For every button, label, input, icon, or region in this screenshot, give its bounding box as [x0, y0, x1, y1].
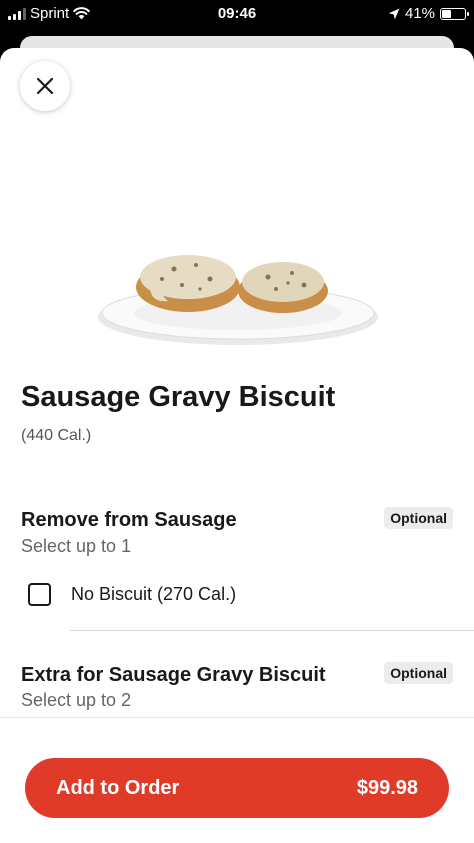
option-no-biscuit[interactable]: No Biscuit (270 Cal.) [28, 583, 236, 606]
product-image [90, 233, 386, 353]
order-footer: Add to Order $99.98 [0, 717, 474, 843]
group-subtitle-extra: Select up to 2 [21, 690, 132, 710]
battery-icon [440, 7, 469, 20]
status-bar: Sprint 09:46 41% [0, 0, 474, 30]
status-right: 41% [388, 5, 469, 22]
optional-badge: Optional [384, 507, 453, 529]
item-calories: (440 Cal.) [21, 427, 92, 444]
close-icon [36, 77, 54, 95]
add-to-order-label: Add to Order [56, 776, 180, 799]
optional-badge: Optional [384, 662, 453, 684]
add-to-order-button[interactable]: Add to Order $99.98 [25, 758, 449, 818]
option-label: No Biscuit (270 Cal.) [71, 584, 237, 604]
close-button[interactable] [20, 61, 70, 111]
location-arrow-icon [388, 8, 400, 20]
group-title-remove: Remove from Sausage [21, 509, 237, 531]
battery-percent: 41% [404, 5, 435, 22]
divider [70, 630, 474, 631]
order-price: $99.98 [356, 776, 418, 799]
battery-fill [442, 9, 452, 18]
item-sheet: Sausage Gravy Biscuit (440 Cal.) Remove … [0, 48, 474, 843]
item-title: Sausage Gravy Biscuit [21, 381, 336, 413]
no-biscuit-checkbox[interactable] [28, 583, 51, 606]
group-subtitle-remove: Select up to 1 [21, 536, 132, 556]
group-title-extra: Extra for Sausage Gravy Biscuit [21, 664, 326, 686]
